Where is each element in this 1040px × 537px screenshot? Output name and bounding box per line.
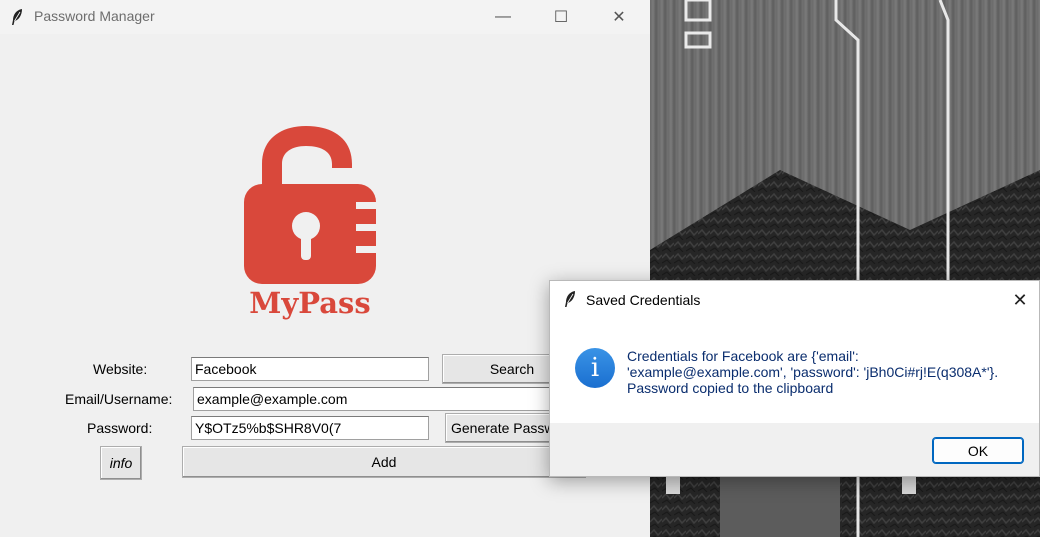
- logo-text: MyPass: [249, 286, 371, 320]
- dialog-close-button[interactable]: ✕: [1005, 285, 1035, 315]
- maximize-button[interactable]: ☐: [538, 0, 584, 34]
- dialog-message-line: 'example@example.com', 'password': 'jBh0…: [627, 364, 999, 380]
- add-button[interactable]: Add: [182, 446, 586, 478]
- window-titlebar[interactable]: Password Manager — ☐ ✕: [0, 0, 650, 34]
- dialog-message-line: Password copied to the clipboard: [627, 380, 834, 396]
- ok-button[interactable]: OK: [932, 437, 1024, 464]
- feather-icon: [565, 291, 575, 307]
- dialog-titlebar[interactable]: Saved Credentials ✕: [550, 281, 1039, 319]
- email-label: Email/Username:: [65, 391, 173, 407]
- info-button[interactable]: info: [100, 446, 142, 480]
- dialog-message-line: Credentials for Facebook are {'email':: [627, 348, 859, 364]
- close-button[interactable]: ✕: [596, 0, 642, 34]
- website-input[interactable]: Facebook: [191, 357, 429, 381]
- window-title: Password Manager: [34, 8, 155, 24]
- saved-credentials-dialog: Saved Credentials ✕ i Credentials for Fa…: [549, 280, 1040, 477]
- minimize-button[interactable]: —: [480, 0, 526, 34]
- dialog-title: Saved Credentials: [586, 292, 701, 308]
- website-label: Website:: [93, 361, 148, 377]
- information-icon: i: [575, 348, 615, 388]
- feather-icon: [12, 9, 22, 25]
- password-label: Password:: [87, 420, 153, 436]
- password-input[interactable]: Y$OTz5%b$SHR8V0(7: [191, 416, 429, 440]
- dialog-message: Credentials for Facebook are {'email': '…: [627, 348, 1027, 396]
- email-input[interactable]: example@example.com: [193, 387, 593, 411]
